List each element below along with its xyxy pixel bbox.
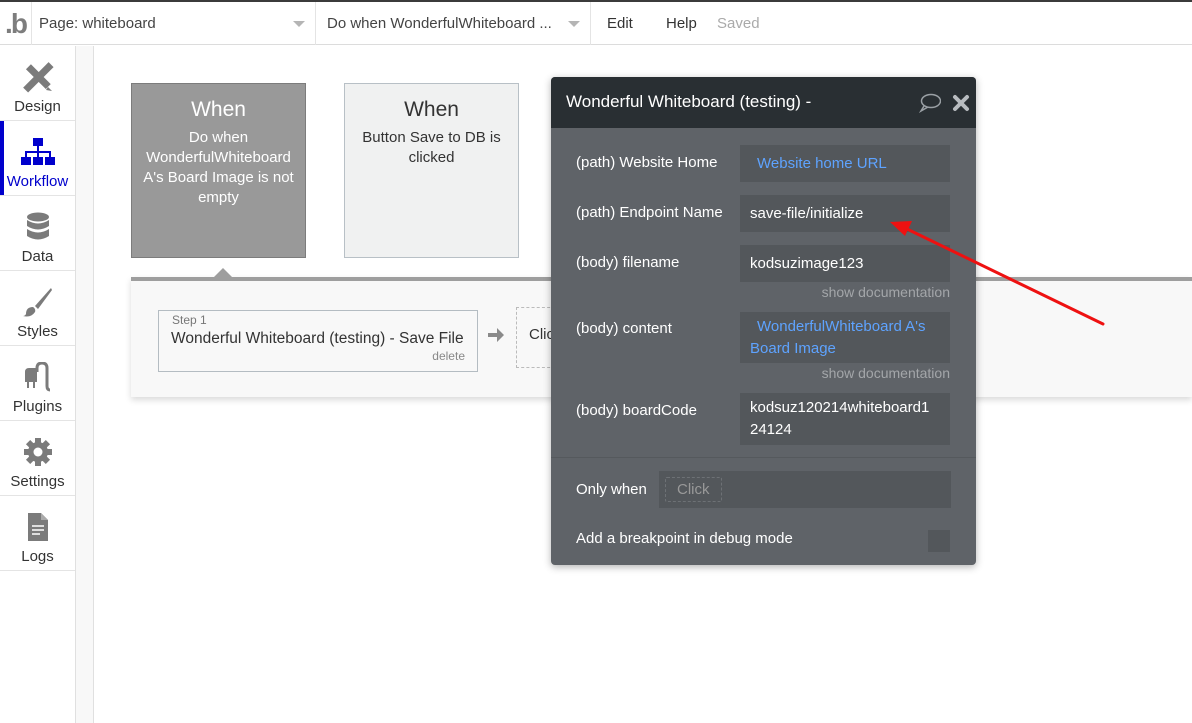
step-number: Step 1 <box>172 313 207 327</box>
bubble-logo[interactable]: .b <box>0 2 32 45</box>
content-value-line2: Board Image <box>750 340 836 357</box>
action-step-1[interactable]: Step 1 Wonderful Whiteboard (testing) - … <box>158 310 478 372</box>
menu-edit[interactable]: Edit <box>607 2 633 45</box>
page-selector-label: Page: whiteboard <box>39 15 156 32</box>
canvas-gutter <box>76 46 94 723</box>
breakpoint-label: Add a breakpoint in debug mode <box>576 530 793 547</box>
sidebar-item-design[interactable]: Design <box>0 46 75 121</box>
event-card-selected[interactable]: When Do when WonderfulWhiteboard A's Boa… <box>131 83 306 258</box>
event-heading: When <box>191 98 246 121</box>
workflow-selector-dropdown[interactable]: Do when WonderfulWhiteboard ... <box>316 2 591 45</box>
content-value-line1: WonderfulWhiteboard A's <box>757 318 926 335</box>
field-label-boardcode: (body) boardCode <box>576 402 697 419</box>
plug-icon <box>21 360 55 394</box>
field-label-website-home: (path) Website Home <box>576 154 718 171</box>
sidebar-item-label: Data <box>21 248 54 265</box>
selected-event-pointer <box>214 268 232 277</box>
field-label-content: (body) content <box>576 320 672 337</box>
show-documentation-link[interactable]: show documentation <box>822 365 950 381</box>
field-label-filename: (body) filename <box>576 254 680 271</box>
menu-help[interactable]: Help <box>666 2 697 45</box>
sidebar-item-data[interactable]: Data <box>0 196 75 271</box>
save-status: Saved <box>717 15 760 32</box>
sidebar-item-workflow[interactable]: Workflow <box>0 121 75 196</box>
website-home-value: Website home URL <box>757 155 887 172</box>
event-heading: When <box>404 98 459 121</box>
only-when-field[interactable]: Click <box>659 471 951 508</box>
database-icon <box>21 210 55 244</box>
chevron-down-icon <box>568 21 580 27</box>
sidebar-item-label: Logs <box>21 548 54 565</box>
design-icon <box>21 60 55 94</box>
property-editor: Wonderful Whiteboard (testing) - (path) … <box>551 77 976 565</box>
endpoint-name-field[interactable]: save-file/initialize <box>740 195 950 232</box>
sidebar-item-logs[interactable]: Logs <box>0 496 75 571</box>
boardcode-value-line2: 24124 <box>750 421 792 438</box>
brush-icon <box>21 285 55 319</box>
section-divider <box>551 457 976 458</box>
editor-header: Wonderful Whiteboard (testing) - <box>551 77 976 128</box>
sidebar-item-label: Styles <box>17 323 58 340</box>
workflow-selector-label: Do when WonderfulWhiteboard ... <box>327 15 552 32</box>
boardcode-value-line1: kodsuz120214whiteboard1 <box>750 399 930 416</box>
document-icon <box>21 510 55 544</box>
field-label-endpoint-name: (path) Endpoint Name <box>576 204 723 221</box>
sidebar-item-plugins[interactable]: Plugins <box>0 346 75 421</box>
boardcode-field[interactable]: kodsuz120214whiteboard1 24124 <box>740 393 950 445</box>
step-title: Wonderful Whiteboard (testing) - Save Fi… <box>171 330 464 347</box>
sidebar-item-settings[interactable]: Settings <box>0 421 75 496</box>
editor-title: Wonderful Whiteboard (testing) - <box>566 92 812 111</box>
filename-field[interactable]: kodsuzimage123 <box>740 245 950 282</box>
comment-icon[interactable] <box>919 93 941 113</box>
endpoint-name-value: save-file/initialize <box>750 205 864 222</box>
filename-value: kodsuzimage123 <box>750 255 864 272</box>
arrow-right-icon <box>488 328 504 342</box>
website-home-field[interactable]: Website home URL <box>740 145 950 182</box>
sidebar-item-label: Settings <box>10 473 65 490</box>
sidebar-item-label: Workflow <box>6 173 69 190</box>
sidebar-item-label: Plugins <box>12 398 63 415</box>
event-description: Button Save to DB is clicked <box>362 129 501 166</box>
only-when-label: Only when <box>576 481 647 498</box>
breakpoint-checkbox[interactable] <box>928 530 950 552</box>
sidebar-item-label: Design <box>14 98 61 115</box>
sidebar: Design Workflow Data Styles Plugins Sett… <box>0 46 76 723</box>
top-bar: .b Page: whiteboard Do when WonderfulWhi… <box>0 2 1192 45</box>
close-icon[interactable] <box>952 94 970 112</box>
chevron-down-icon <box>293 21 305 27</box>
show-documentation-link[interactable]: show documentation <box>822 284 950 300</box>
only-when-placeholder: Click <box>665 477 722 502</box>
delete-step-link[interactable]: delete <box>432 349 465 363</box>
sidebar-item-styles[interactable]: Styles <box>0 271 75 346</box>
content-field[interactable]: WonderfulWhiteboard A's Board Image <box>740 312 950 363</box>
gear-icon <box>21 435 55 469</box>
event-description: Do when WonderfulWhiteboard A's Board Im… <box>143 129 294 206</box>
page-selector-dropdown[interactable]: Page: whiteboard <box>32 2 316 45</box>
event-card[interactable]: When Button Save to DB is clicked <box>344 83 519 258</box>
workflow-icon <box>20 135 55 169</box>
